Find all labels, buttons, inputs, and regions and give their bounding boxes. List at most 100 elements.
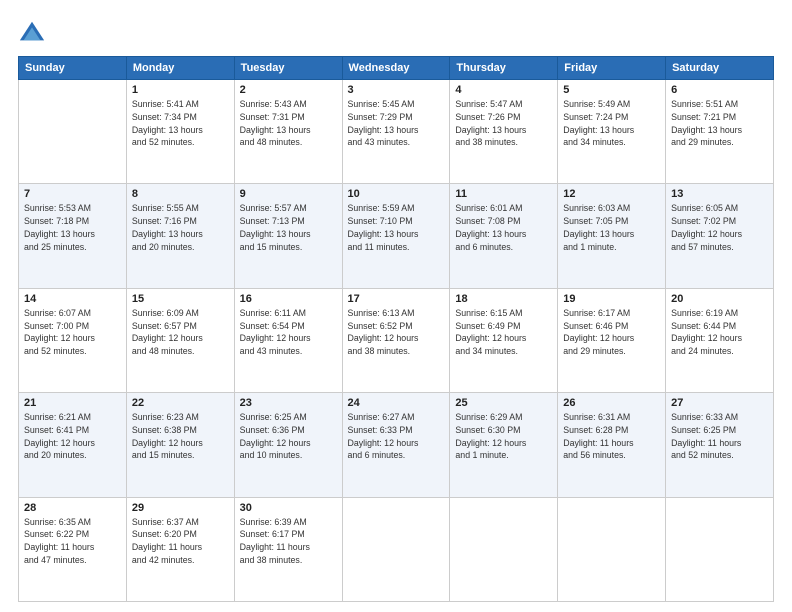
calendar-cell: 16 Sunrise: 6:11 AMSunset: 6:54 PMDayligh… xyxy=(234,288,342,392)
day-number: 17 xyxy=(348,293,445,305)
calendar-cell: 19 Sunrise: 6:17 AMSunset: 6:46 PMDayligh… xyxy=(558,288,666,392)
col-header-sunday: Sunday xyxy=(19,57,127,80)
col-header-saturday: Saturday xyxy=(666,57,774,80)
day-number: 13 xyxy=(671,188,768,200)
day-info: Sunrise: 6:27 AMSunset: 6:33 PMDaylight:… xyxy=(348,411,445,462)
calendar-cell: 25Sunrise: 6:29 AMSunset: 6:30 PMDayligh… xyxy=(450,393,558,497)
calendar-cell: 7 Sunrise: 5:53 AMSunset: 7:18 PMDaylight… xyxy=(19,184,127,288)
day-info: Sunrise: 5:55 AMSunset: 7:16 PMDaylight:… xyxy=(132,202,229,253)
day-number: 6 xyxy=(671,84,768,96)
day-info: Sunrise: 6:35 AMSunset: 6:22 PMDaylight:… xyxy=(24,516,121,567)
col-header-wednesday: Wednesday xyxy=(342,57,450,80)
calendar-cell: 13 Sunrise: 6:05 AMSunset: 7:02 PMDayligh… xyxy=(666,184,774,288)
calendar-cell: 1Sunrise: 5:41 AMSunset: 7:34 PMDaylight… xyxy=(126,80,234,184)
header xyxy=(18,18,774,46)
col-header-monday: Monday xyxy=(126,57,234,80)
calendar-cell: 27 Sunrise: 6:33 AMSunset: 6:25 PMDayligh… xyxy=(666,393,774,497)
calendar-cell xyxy=(19,80,127,184)
calendar-cell: 17 Sunrise: 6:13 AMSunset: 6:52 PMDayligh… xyxy=(342,288,450,392)
day-info: Sunrise: 5:53 AMSunset: 7:18 PMDaylight:… xyxy=(24,202,121,253)
day-info: Sunrise: 6:25 AMSunset: 6:36 PMDaylight:… xyxy=(240,411,337,462)
calendar-cell: 9Sunrise: 5:57 AMSunset: 7:13 PMDaylight… xyxy=(234,184,342,288)
day-info: Sunrise: 5:51 AMSunset: 7:21 PMDaylight:… xyxy=(671,98,768,149)
day-number: 19 xyxy=(563,293,660,305)
day-info: Sunrise: 6:19 AMSunset: 6:44 PMDaylight:… xyxy=(671,307,768,358)
day-number: 5 xyxy=(563,84,660,96)
day-info: Sunrise: 5:41 AMSunset: 7:34 PMDaylight:… xyxy=(132,98,229,149)
logo xyxy=(18,18,50,46)
day-number: 22 xyxy=(132,397,229,409)
day-number: 2 xyxy=(240,84,337,96)
calendar-cell: 14Sunrise: 6:07 AMSunset: 7:00 PMDayligh… xyxy=(19,288,127,392)
calendar-cell: 30Sunrise: 6:39 AMSunset: 6:17 PMDayligh… xyxy=(234,497,342,601)
day-number: 28 xyxy=(24,502,121,514)
day-info: Sunrise: 6:29 AMSunset: 6:30 PMDaylight:… xyxy=(455,411,552,462)
day-info: Sunrise: 6:13 AMSunset: 6:52 PMDaylight:… xyxy=(348,307,445,358)
page: SundayMondayTuesdayWednesdayThursdayFrid… xyxy=(0,0,792,612)
calendar-header-row: SundayMondayTuesdayWednesdayThursdayFrid… xyxy=(19,57,774,80)
calendar-cell xyxy=(450,497,558,601)
day-number: 3 xyxy=(348,84,445,96)
calendar-cell: 12 Sunrise: 6:03 AMSunset: 7:05 PMDayligh… xyxy=(558,184,666,288)
day-info: Sunrise: 6:17 AMSunset: 6:46 PMDaylight:… xyxy=(563,307,660,358)
day-info: Sunrise: 6:03 AMSunset: 7:05 PMDaylight:… xyxy=(563,202,660,253)
calendar-cell: 28 Sunrise: 6:35 AMSunset: 6:22 PMDayligh… xyxy=(19,497,127,601)
day-number: 4 xyxy=(455,84,552,96)
day-info: Sunrise: 6:23 AMSunset: 6:38 PMDaylight:… xyxy=(132,411,229,462)
calendar-cell: 10 Sunrise: 5:59 AMSunset: 7:10 PMDayligh… xyxy=(342,184,450,288)
day-number: 24 xyxy=(348,397,445,409)
calendar-cell xyxy=(558,497,666,601)
calendar-cell: 22 Sunrise: 6:23 AMSunset: 6:38 PMDayligh… xyxy=(126,393,234,497)
calendar-cell: 20 Sunrise: 6:19 AMSunset: 6:44 PMDayligh… xyxy=(666,288,774,392)
day-number: 21 xyxy=(24,397,121,409)
calendar-cell xyxy=(666,497,774,601)
calendar-cell: 18Sunrise: 6:15 AMSunset: 6:49 PMDayligh… xyxy=(450,288,558,392)
day-info: Sunrise: 6:05 AMSunset: 7:02 PMDaylight:… xyxy=(671,202,768,253)
calendar-cell: 2 Sunrise: 5:43 AMSunset: 7:31 PMDaylight… xyxy=(234,80,342,184)
calendar-cell: 5 Sunrise: 5:49 AMSunset: 7:24 PMDaylight… xyxy=(558,80,666,184)
day-info: Sunrise: 5:49 AMSunset: 7:24 PMDaylight:… xyxy=(563,98,660,149)
day-number: 8 xyxy=(132,188,229,200)
day-info: Sunrise: 5:47 AMSunset: 7:26 PMDaylight:… xyxy=(455,98,552,149)
day-info: Sunrise: 6:21 AMSunset: 6:41 PMDaylight:… xyxy=(24,411,121,462)
day-number: 7 xyxy=(24,188,121,200)
day-info: Sunrise: 6:09 AMSunset: 6:57 PMDaylight:… xyxy=(132,307,229,358)
day-info: Sunrise: 6:39 AMSunset: 6:17 PMDaylight:… xyxy=(240,516,337,567)
day-number: 15 xyxy=(132,293,229,305)
day-number: 27 xyxy=(671,397,768,409)
calendar-cell: 8 Sunrise: 5:55 AMSunset: 7:16 PMDaylight… xyxy=(126,184,234,288)
col-header-friday: Friday xyxy=(558,57,666,80)
day-number: 14 xyxy=(24,293,121,305)
day-info: Sunrise: 5:45 AMSunset: 7:29 PMDaylight:… xyxy=(348,98,445,149)
day-info: Sunrise: 6:37 AMSunset: 6:20 PMDaylight:… xyxy=(132,516,229,567)
day-info: Sunrise: 5:59 AMSunset: 7:10 PMDaylight:… xyxy=(348,202,445,253)
calendar-cell: 3 Sunrise: 5:45 AMSunset: 7:29 PMDaylight… xyxy=(342,80,450,184)
day-number: 10 xyxy=(348,188,445,200)
calendar-cell: 26 Sunrise: 6:31 AMSunset: 6:28 PMDayligh… xyxy=(558,393,666,497)
day-number: 23 xyxy=(240,397,337,409)
day-info: Sunrise: 6:11 AMSunset: 6:54 PMDaylight:… xyxy=(240,307,337,358)
calendar-cell: 4 Sunrise: 5:47 AMSunset: 7:26 PMDaylight… xyxy=(450,80,558,184)
calendar-cell xyxy=(342,497,450,601)
week-row-3: 14Sunrise: 6:07 AMSunset: 7:00 PMDayligh… xyxy=(19,288,774,392)
calendar-cell: 24 Sunrise: 6:27 AMSunset: 6:33 PMDayligh… xyxy=(342,393,450,497)
day-info: Sunrise: 6:01 AMSunset: 7:08 PMDaylight:… xyxy=(455,202,552,253)
day-number: 16 xyxy=(240,293,337,305)
calendar-cell: 29 Sunrise: 6:37 AMSunset: 6:20 PMDayligh… xyxy=(126,497,234,601)
day-info: Sunrise: 5:43 AMSunset: 7:31 PMDaylight:… xyxy=(240,98,337,149)
calendar-cell: 15 Sunrise: 6:09 AMSunset: 6:57 PMDayligh… xyxy=(126,288,234,392)
day-number: 18 xyxy=(455,293,552,305)
day-number: 26 xyxy=(563,397,660,409)
week-row-5: 28 Sunrise: 6:35 AMSunset: 6:22 PMDayligh… xyxy=(19,497,774,601)
calendar-cell: 11Sunrise: 6:01 AMSunset: 7:08 PMDayligh… xyxy=(450,184,558,288)
day-number: 12 xyxy=(563,188,660,200)
day-info: Sunrise: 6:33 AMSunset: 6:25 PMDaylight:… xyxy=(671,411,768,462)
day-number: 20 xyxy=(671,293,768,305)
day-info: Sunrise: 6:31 AMSunset: 6:28 PMDaylight:… xyxy=(563,411,660,462)
day-number: 29 xyxy=(132,502,229,514)
calendar-table: SundayMondayTuesdayWednesdayThursdayFrid… xyxy=(18,56,774,602)
col-header-tuesday: Tuesday xyxy=(234,57,342,80)
calendar-cell: 6 Sunrise: 5:51 AMSunset: 7:21 PMDaylight… xyxy=(666,80,774,184)
week-row-4: 21 Sunrise: 6:21 AMSunset: 6:41 PMDayligh… xyxy=(19,393,774,497)
week-row-1: 1Sunrise: 5:41 AMSunset: 7:34 PMDaylight… xyxy=(19,80,774,184)
